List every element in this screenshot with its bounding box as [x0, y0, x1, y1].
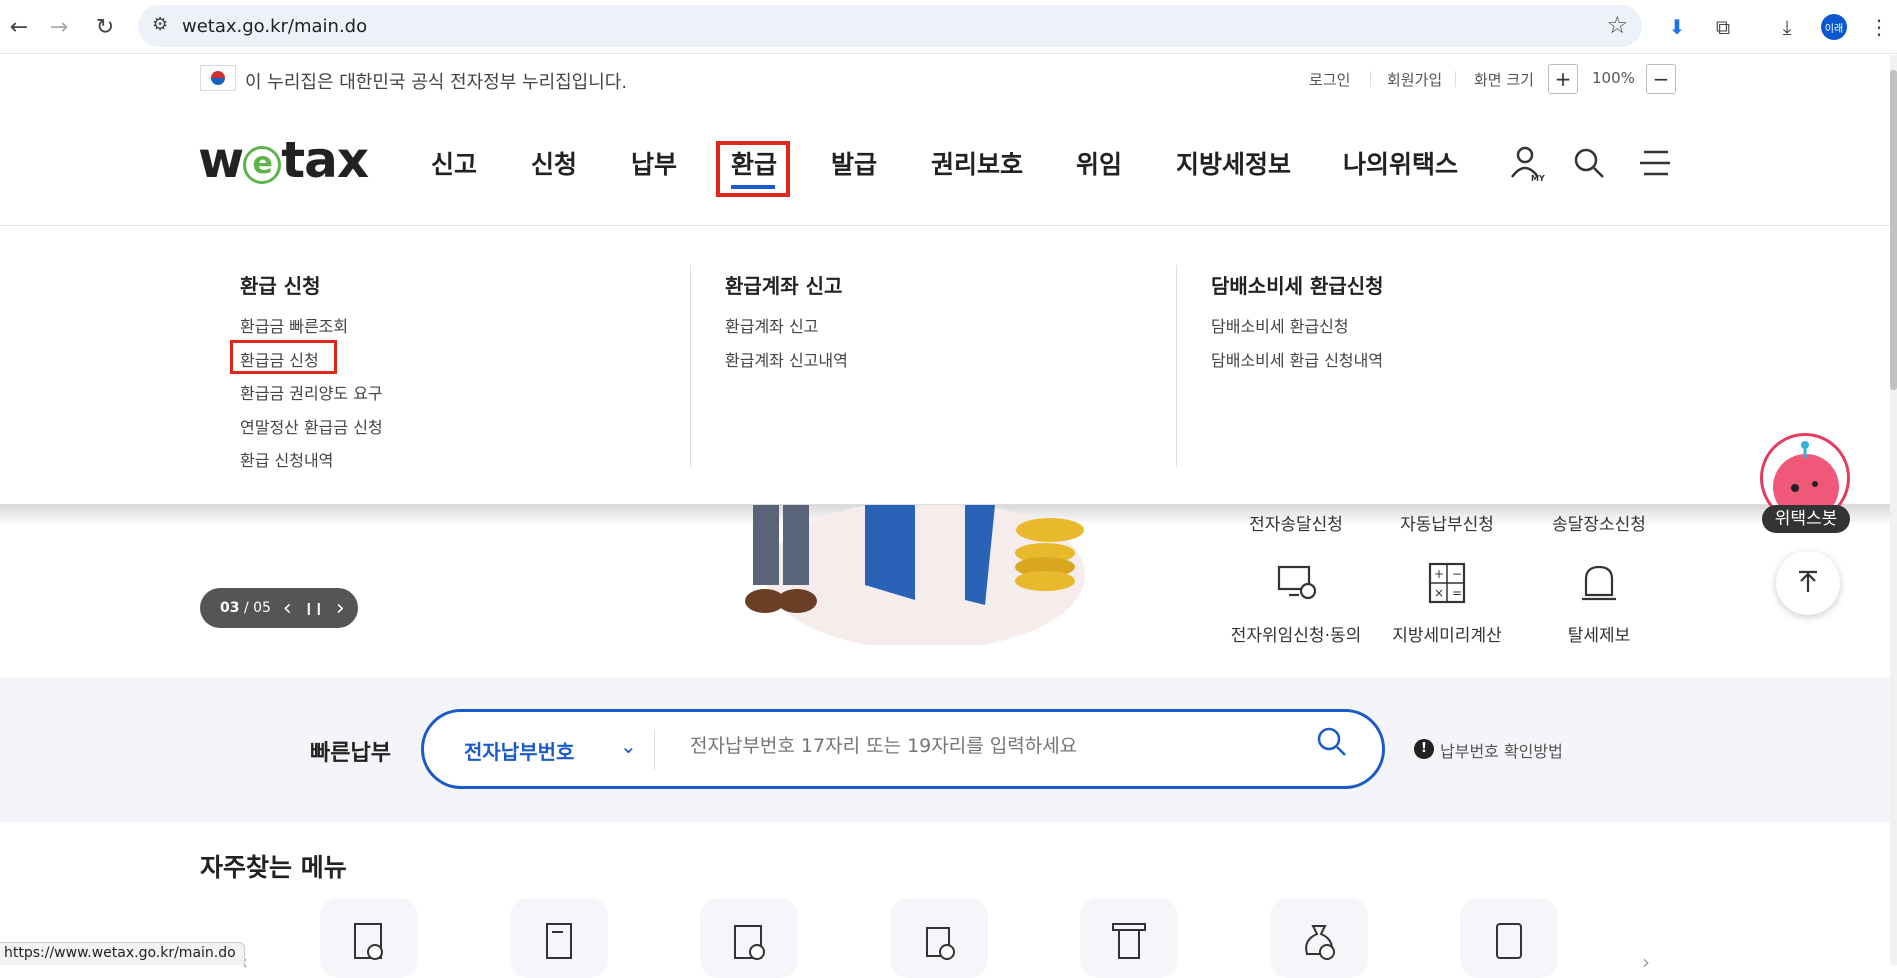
menu-item-refund-history[interactable]: 환급 신청내역: [240, 447, 383, 481]
refund-mega-menu: 환급 신청 환급금 빠른조회 환급금 신청 환급금 권리양도 요구 연말정산 환…: [0, 227, 1890, 505]
frequent-menu-title: 자주찾는 메뉴: [200, 853, 347, 882]
back-icon[interactable]: ←: [2, 10, 36, 44]
slide-total: / 05: [243, 600, 271, 616]
forward-icon[interactable]: →: [42, 10, 76, 44]
hero-illustration: [745, 505, 1085, 645]
payment-number-input[interactable]: [690, 735, 1290, 757]
gov-notice-text: 이 누리집은 대한민국 공식 전자정부 누리집입니다.: [245, 72, 628, 93]
reload-icon[interactable]: ↻: [88, 10, 122, 44]
menu-item-highlight: [230, 340, 337, 374]
frequent-menu-icon[interactable]: [1270, 898, 1368, 978]
quick-link-e-delivery[interactable]: 전자송달신청: [1211, 510, 1381, 535]
browser-toolbar: ← → ↻ ⚙ wetax.go.kr/main.do ☆ ⬇ ⧉ ⤓ 이래 ⋮: [0, 0, 1897, 54]
search-icon[interactable]: [1316, 726, 1348, 766]
slide-current: 03: [220, 600, 240, 616]
svg-text:+: +: [1434, 567, 1444, 581]
quick-link-auto-pay[interactable]: 자동납부신청: [1362, 510, 1532, 535]
quick-link-delivery-address[interactable]: 송달장소신청: [1514, 510, 1684, 535]
login-link[interactable]: 로그인: [1309, 69, 1350, 90]
svg-text:=: =: [1452, 586, 1462, 600]
zoom-out-button[interactable]: −: [1646, 64, 1676, 94]
mega-col-refund-apply: 환급 신청 환급금 빠른조회 환급금 신청 환급금 권리양도 요구 연말정산 환…: [240, 270, 383, 481]
frequent-menu-icon[interactable]: [510, 898, 608, 978]
menu-item-year-end-refund[interactable]: 연말정산 환급금 신청: [240, 414, 383, 448]
slide-controls: 03 / 05 ‹ ❙❙ ›: [200, 588, 358, 628]
chevron-down-icon[interactable]: ⌄: [620, 734, 637, 758]
quick-link-tax-precalc[interactable]: 지방세미리계산: [1362, 621, 1532, 646]
frequent-menu-icon[interactable]: [1080, 898, 1178, 978]
wetax-logo[interactable]: w e tax: [198, 131, 369, 189]
screen-size-label: 화면 크기: [1474, 71, 1534, 89]
mega-col-title: 환급계좌 신고: [725, 274, 843, 298]
quick-link-tax-evasion-report[interactable]: 탈세제보: [1514, 621, 1684, 646]
my-page-icon[interactable]: MY: [1505, 141, 1549, 185]
mega-col-refund-account: 환급계좌 신고 환급계좌 신고 환급계좌 신고내역: [725, 270, 848, 380]
slide-prev-icon[interactable]: ‹: [283, 596, 292, 621]
quick-pay-section: 빠른납부 전자납부번호 ⌄ ! 납부번호 확인방법: [0, 677, 1897, 822]
svg-text:−: −: [1452, 567, 1462, 581]
quick-link-e-delegation[interactable]: 전자위임신청·동의: [1211, 621, 1381, 646]
tax-evasion-report-icon[interactable]: [1576, 561, 1622, 607]
menu-item-tobacco-refund-apply[interactable]: 담배소비세 환급신청: [1211, 313, 1384, 347]
zoom-level: 100%: [1592, 69, 1635, 87]
korea-flag-icon: [200, 65, 236, 91]
gnb-item-pay[interactable]: 납부: [631, 145, 677, 181]
e-delegation-icon[interactable]: [1274, 561, 1320, 607]
payment-type-select[interactable]: 전자납부번호: [464, 736, 574, 765]
frequent-menu-icon[interactable]: [700, 898, 798, 978]
scroll-to-top-button[interactable]: [1776, 551, 1840, 615]
frequent-menu-next-icon[interactable]: ›: [1642, 950, 1650, 974]
menu-item-refund-rights-transfer[interactable]: 환급금 권리양도 요구: [240, 380, 383, 414]
gnb-active-underline: [731, 185, 775, 189]
menu-icon[interactable]: [1633, 141, 1677, 185]
menu-item-refund-account-history[interactable]: 환급계좌 신고내역: [725, 347, 848, 381]
gnb-item-my-wetax[interactable]: 나의위택스: [1343, 145, 1458, 181]
gnb-item-issue[interactable]: 발급: [831, 145, 877, 181]
search-icon[interactable]: [1567, 141, 1611, 185]
slide-next-icon[interactable]: ›: [336, 596, 345, 621]
gnb-item-delegation[interactable]: 위임: [1076, 145, 1122, 181]
gnb-item-local-tax-info[interactable]: 지방세정보: [1176, 145, 1291, 181]
scrollbar-thumb[interactable]: [1890, 70, 1897, 390]
svg-text:×: ×: [1434, 586, 1444, 600]
mega-col-tobacco-refund: 담배소비세 환급신청 담배소비세 환급신청 담배소비세 환급 신청내역: [1211, 270, 1384, 380]
address-bar[interactable]: ⚙ wetax.go.kr/main.do ☆: [138, 5, 1642, 47]
site-settings-icon[interactable]: ⚙: [152, 14, 168, 35]
gov-banner: 이 누리집은 대한민국 공식 전자정부 누리집입니다. 로그인 회원가입 화면 …: [0, 55, 1897, 101]
mega-col-title: 담배소비세 환급신청: [1211, 274, 1384, 298]
site-header: w e tax 신고 신청 납부 환급 발급 권리보호 위임 지방세정보 나의위택스…: [0, 101, 1897, 226]
slide-pause-icon[interactable]: ❙❙: [304, 601, 324, 615]
download-extension-icon[interactable]: ⬇: [1660, 10, 1694, 44]
profile-avatar[interactable]: 이래: [1821, 14, 1847, 40]
zoom-in-button[interactable]: +: [1548, 64, 1578, 94]
info-icon: !: [1414, 739, 1434, 759]
hero-section: 03 / 05 ‹ ❙❙ › 전자송달신청 자동납부신청 송달장소신청 + − × =…: [0, 505, 1897, 677]
tax-calculator-icon[interactable]: + − × =: [1424, 561, 1470, 607]
gnb-item-apply[interactable]: 신청: [531, 145, 577, 181]
quick-pay-box: 전자납부번호 ⌄: [421, 709, 1385, 789]
frequent-menu-icon[interactable]: [890, 898, 988, 978]
address-url: wetax.go.kr/main.do: [182, 16, 368, 37]
frequent-menu-icon[interactable]: [1460, 898, 1558, 978]
frequent-menu-icon[interactable]: [320, 898, 418, 978]
wetax-bot-label[interactable]: 위택스봇: [1762, 505, 1850, 533]
extensions-icon[interactable]: ⧉: [1706, 10, 1740, 44]
status-bar-url: https://www.wetax.go.kr/main.do: [0, 942, 245, 965]
quick-pay-title: 빠른납부: [310, 741, 391, 766]
downloads-icon[interactable]: ⤓: [1770, 10, 1804, 44]
gnb-item-rights[interactable]: 권리보호: [931, 145, 1023, 181]
signup-link[interactable]: 회원가입: [1387, 69, 1442, 90]
svg-text:MY: MY: [1531, 174, 1545, 183]
menu-item-refund-account-report[interactable]: 환급계좌 신고: [725, 313, 848, 347]
gnb-item-report[interactable]: 신고: [431, 145, 477, 181]
bookmark-star-icon[interactable]: ☆: [1606, 11, 1628, 39]
menu-item-tobacco-refund-history[interactable]: 담배소비세 환급 신청내역: [1211, 347, 1384, 381]
payment-number-help-link[interactable]: 납부번호 확인방법: [1440, 738, 1563, 762]
mega-col-title: 환급 신청: [240, 274, 321, 298]
more-menu-icon[interactable]: ⋮: [1862, 10, 1896, 44]
